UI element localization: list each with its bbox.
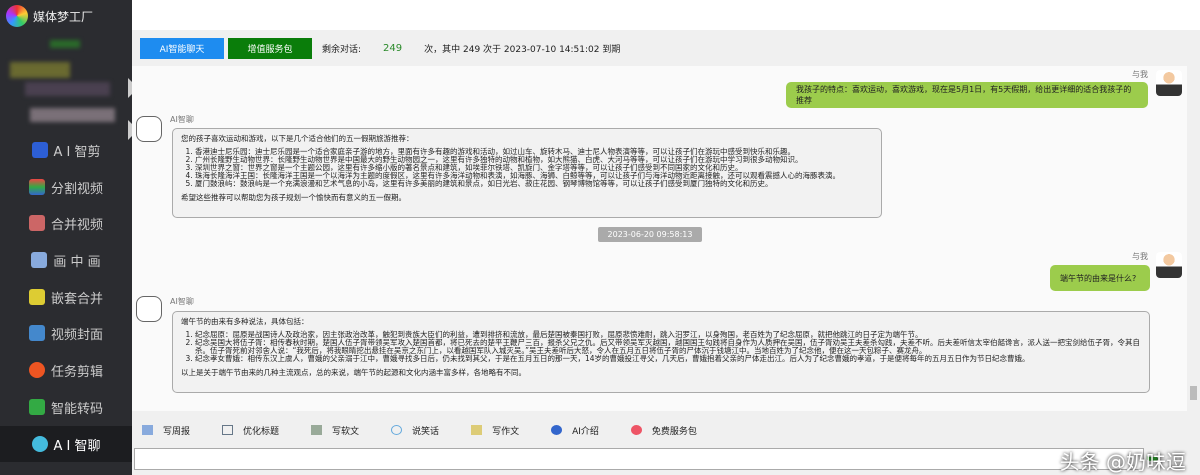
quick-toolbar: 写周报 优化标题 写软文 说笑话 写作文 AI介绍 免费服务包 (132, 418, 1200, 442)
sidebar-item-ai-cut[interactable]: A I 智剪 (0, 132, 132, 168)
info-icon (551, 425, 563, 435)
remaining-detail: 次，其中 249 次于 2023-07-10 14:51:02 到期 (424, 45, 621, 55)
sidebar-item-label: 画 中 画 (53, 254, 101, 270)
pen-icon (471, 425, 483, 435)
tool-label: 写周报 (163, 426, 191, 437)
report-icon (142, 425, 153, 435)
speech-bubble-icon (391, 425, 403, 435)
message-intro: 您的孩子喜欢运动和游戏，以下是几个适合他们的五一假期旅游推荐： (181, 134, 414, 143)
top-bar (132, 0, 1200, 30)
remaining-label: 剩余对话: (322, 45, 362, 55)
nested-merge-icon (28, 289, 45, 305)
message-intro: 端午节的由来有多种说法，具体包括： (181, 317, 309, 326)
ai-chat-button[interactable]: AI智能聊天 (140, 38, 224, 59)
list-item: 纪念吴国大将伍子胥：相传春秋时期，楚国人伍子胥带领吴军攻入楚国首都，将已死去的楚… (195, 339, 1141, 355)
smart-transcode-icon (28, 399, 45, 415)
sidebar-item-label: 合并视频 (50, 217, 103, 233)
window-icon (222, 425, 234, 435)
tell-joke-button[interactable]: 说笑话 (391, 424, 439, 437)
blurred-user-info (30, 108, 115, 122)
list-item: 纪念孝女曹娥：相传东汉上虞人，曹娥的父亲溺于江中，曹娥寻找多日后，仍未找到其父，… (195, 355, 1141, 363)
blurred-user-info (50, 40, 80, 48)
tool-label: 优化标题 (243, 426, 280, 437)
list-item: 厦门鼓浪屿：鼓浪屿是一个充满浪漫和艺术气息的小岛，这里有许多美丽的建筑和景点，如… (195, 180, 873, 188)
picture-in-picture-icon (31, 252, 48, 268)
ai-intro-button[interactable]: AI介绍 (551, 424, 599, 437)
ai-avatar (136, 296, 162, 322)
app-title: 媒体梦工厂 (33, 9, 94, 24)
sidebar-item-nested-merge[interactable]: 嵌套合并 (0, 279, 132, 315)
scrollbar-thumb[interactable] (1190, 386, 1197, 400)
sidebar-item-label: A I 智剪 (53, 144, 101, 160)
tool-label: 写作文 (492, 426, 520, 437)
user-avatar (1156, 252, 1182, 278)
sender-label: 与我 (1132, 70, 1148, 79)
message-input[interactable] (134, 448, 1144, 470)
optimize-title-button[interactable]: 优化标题 (222, 424, 279, 437)
chat-scrollbar[interactable] (1187, 66, 1200, 411)
heart-icon (630, 425, 642, 435)
message-list: 纪念屈原：屈原是战国诗人及政治家，因主张政治改革，触犯到贵族大臣们的利益，遭到排… (181, 331, 1141, 363)
tool-label: 写软文 (332, 426, 360, 437)
split-video-icon (28, 179, 45, 195)
tool-label: 免费服务包 (651, 426, 697, 437)
sender-label: AI智聊 (170, 115, 194, 124)
sidebar-item-label: 智能转码 (50, 401, 103, 417)
chat-area: 与我 我孩子的特点：喜欢运动，喜欢游戏，现在是5月1日，有5天假期，给出更详细的… (132, 66, 1187, 411)
ai-avatar (136, 116, 162, 142)
tool-label: AI介绍 (572, 426, 599, 437)
sender-label: 与我 (1132, 252, 1148, 261)
sidebar-item-ai-chat[interactable]: A I 智聊 (0, 426, 132, 462)
sidebar-item-label: 任务剪辑 (50, 364, 103, 380)
main-panel: AI智能聊天 增值服务包 剩余对话: 249 次，其中 249 次于 2023-… (132, 0, 1200, 475)
watermark: 头条 @奶味逗 (1059, 450, 1186, 474)
app-logo-icon (6, 5, 28, 27)
user-message: 端午节的由来是什么? (1050, 265, 1150, 291)
write-weekly-report-button[interactable]: 写周报 (142, 424, 190, 437)
sidebar-item-split-video[interactable]: 分割视频 (0, 169, 132, 205)
sidebar-item-video-cover[interactable]: 视频封面 (0, 315, 132, 351)
addon-package-button[interactable]: 增值服务包 (228, 38, 312, 59)
write-essay-button[interactable]: 写作文 (471, 424, 519, 437)
tool-label: 说笑话 (412, 426, 440, 437)
sidebar-item-label: A I 智聊 (53, 438, 101, 454)
ai-cut-icon (31, 142, 48, 158)
user-avatar (1156, 70, 1182, 96)
sidebar-item-label: 嵌套合并 (50, 291, 103, 307)
user-message: 我孩子的特点：喜欢运动，喜欢游戏，现在是5月1日，有5天假期，给出更详细的适合我… (786, 82, 1148, 108)
sender-label: AI智聊 (170, 297, 194, 306)
message-outro: 希望这些推荐可以帮助您为孩子规划一个愉快而有意义的五一假期。 (181, 193, 406, 202)
ai-message: 您的孩子喜欢运动和游戏，以下是几个适合他们的五一假期旅游推荐： 香港迪士尼乐园：… (172, 128, 882, 218)
ai-chat-icon (31, 436, 48, 452)
message-list: 香港迪士尼乐园：迪士尼乐园是一个适合家庭亲子游的地方，里面有许多有趣的游戏和活动… (181, 148, 873, 188)
timestamp: 2023-06-20 09:58:13 (598, 227, 702, 242)
app-brand: 媒体梦工厂 (6, 5, 93, 27)
blurred-user-info (25, 82, 110, 96)
ai-message: 端午节的由来有多种说法，具体包括： 纪念屈原：屈原是战国诗人及政治家，因主张政治… (172, 311, 1150, 393)
task-edit-icon (28, 362, 45, 378)
sidebar-item-smart-transcode[interactable]: 智能转码 (0, 389, 132, 425)
sidebar-item-label: 视频封面 (50, 327, 103, 343)
video-cover-icon (28, 325, 45, 341)
remaining-quota: 剩余对话: 249 次，其中 249 次于 2023-07-10 14:51:0… (322, 42, 620, 55)
sidebar-item-merge-video[interactable]: 合并视频 (0, 205, 132, 241)
image-icon (311, 425, 323, 435)
sidebar-item-pip[interactable]: 画 中 画 (0, 242, 132, 278)
sidebar-item-label: 分割视频 (50, 181, 103, 197)
blurred-user-info (10, 62, 70, 78)
merge-video-icon (28, 215, 45, 231)
write-article-button[interactable]: 写软文 (311, 424, 359, 437)
sidebar-item-task-edit[interactable]: 任务剪辑 (0, 352, 132, 388)
sidebar: 媒体梦工厂 A I 智剪 分割视频 合并视频 画 中 画 嵌套合并 视频封面 任… (0, 0, 138, 475)
free-package-button[interactable]: 免费服务包 (630, 424, 697, 437)
remaining-count: 249 (383, 43, 403, 54)
message-outro: 以上是关于端午节由来的几种主流观点，总的来说，端午节的起源和文化内涵丰富多样，各… (181, 368, 526, 377)
